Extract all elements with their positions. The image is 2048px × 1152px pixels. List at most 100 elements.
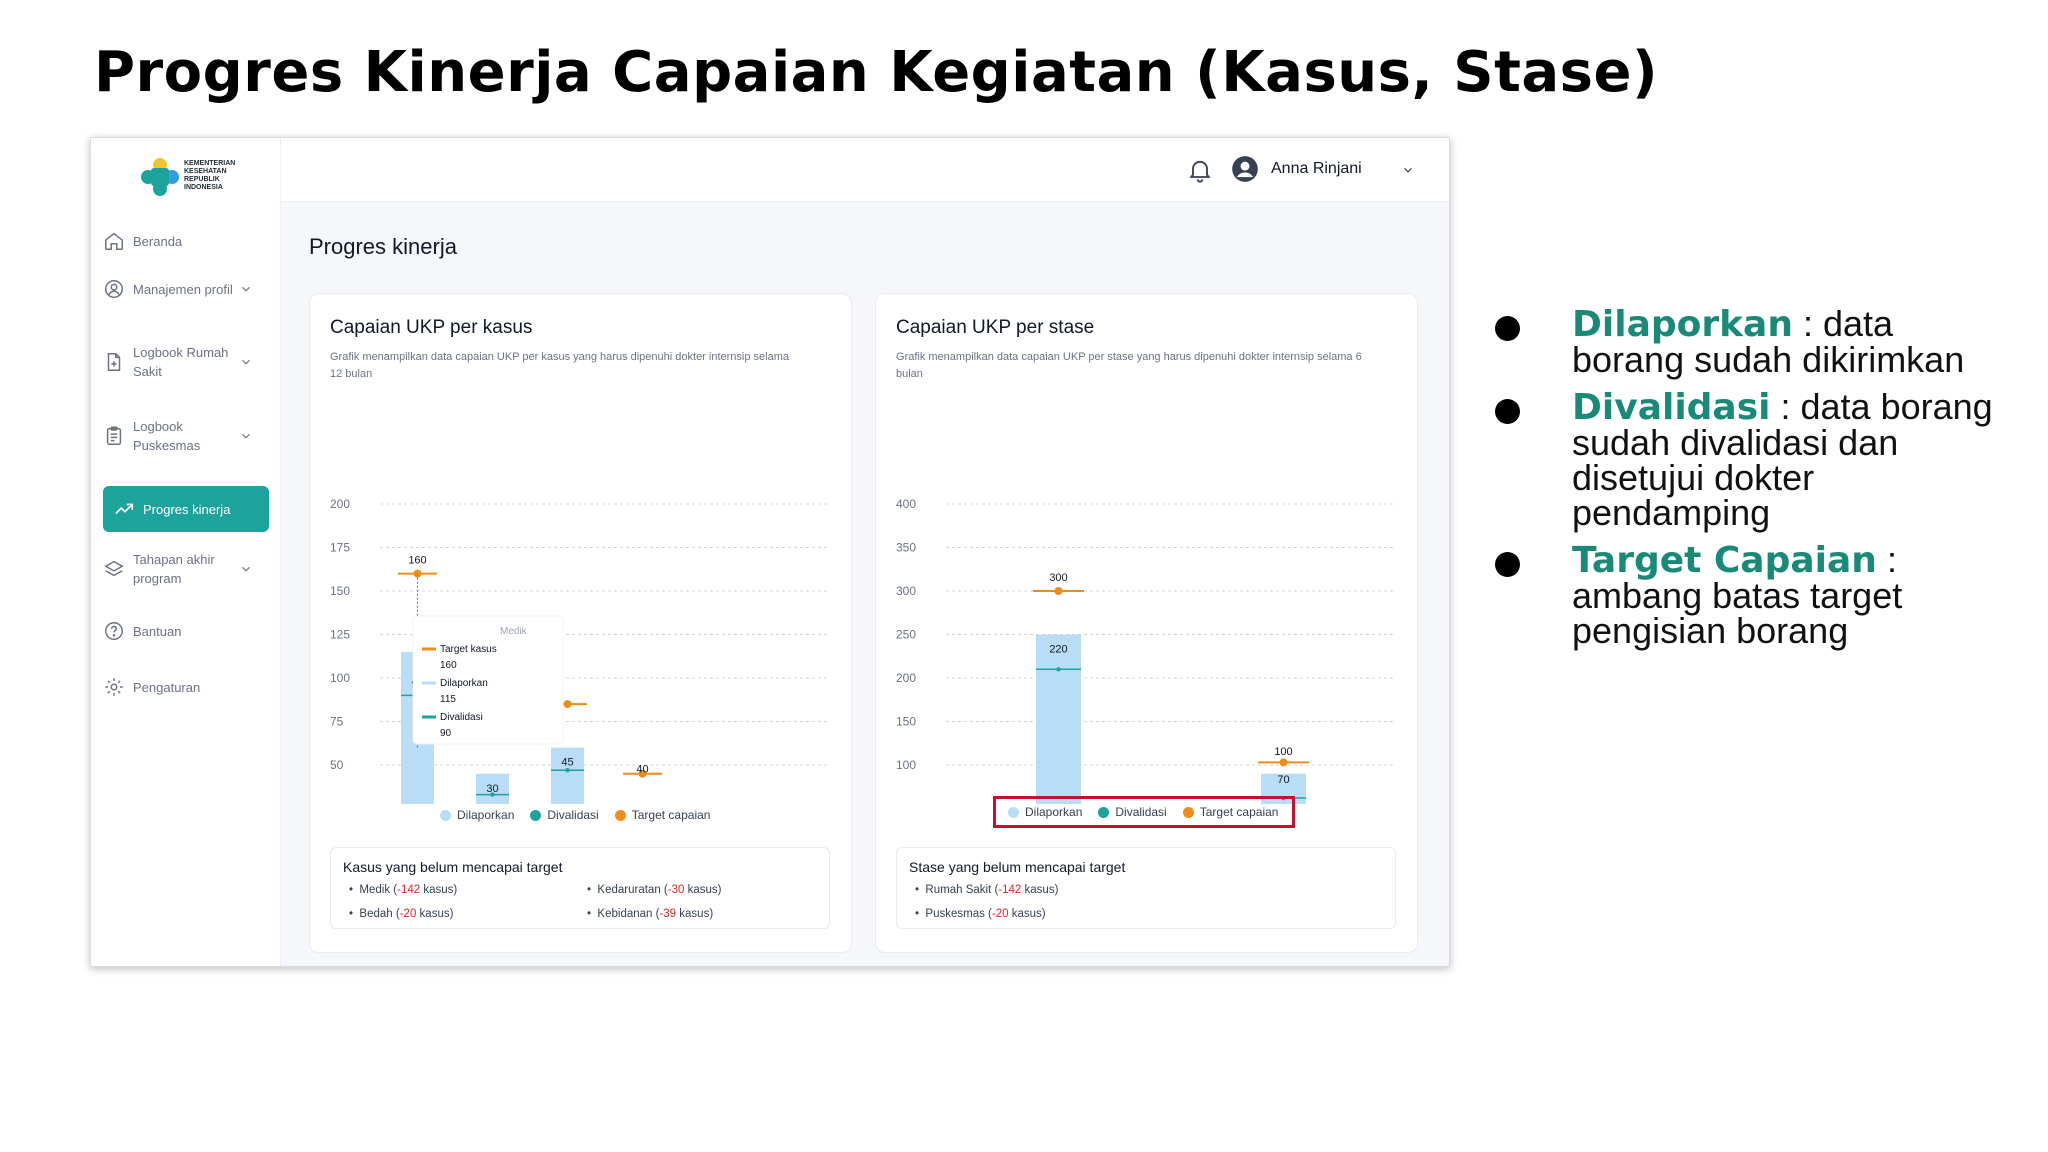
legend-swatch — [1098, 806, 1110, 818]
logo-text: KEMENTERIAN KESEHATAN REPUBLIK INDONESIA — [184, 160, 236, 191]
marker-target — [563, 700, 572, 709]
sidebar-item-logbook-puskesmas[interactable]: Logbook Puskesmas — [103, 417, 269, 455]
y-tick-label: 175 — [330, 541, 350, 555]
tooltip-value: 115 — [440, 694, 456, 705]
sidebar-item-manajemen-profil[interactable]: Manajemen profil — [103, 278, 269, 300]
summary-title: Stase yang belum mencapai target — [909, 859, 1126, 875]
summary-item: • Bedah (-20 kasus) — [349, 908, 454, 920]
summary-box: Kasus yang belum mencapai target • Medik… — [330, 847, 830, 929]
legend-item-dilaporkan[interactable]: Dilaporkan — [440, 808, 514, 822]
user-circle-icon — [105, 280, 123, 298]
y-tick-label: 50 — [330, 758, 344, 772]
chevron-down-icon — [242, 433, 250, 439]
marker-target — [1054, 587, 1063, 595]
y-tick-label: 150 — [896, 715, 916, 729]
card-ukp-per-stase: Capaian UKP per stase Grafik menampilkan… — [875, 293, 1418, 953]
tooltip-label: Target kasus — [440, 644, 497, 655]
y-tick-label: 50 — [896, 802, 910, 805]
legend-item-divalidasi[interactable]: Divalidasi — [1098, 805, 1167, 819]
sidebar: KEMENTERIAN KESEHATAN REPUBLIK INDONESIA… — [91, 138, 281, 966]
card-title: Capaian UKP per kasus — [330, 317, 533, 338]
summary-item: • Kebidanan (-39 kasus) — [587, 908, 714, 920]
bell-icon[interactable] — [1186, 156, 1214, 184]
summary-item: • Medik (-142 kasus) — [349, 884, 458, 896]
legend-item-target[interactable]: Target capaian — [1182, 805, 1278, 819]
marker-target — [413, 569, 422, 578]
summary-box: Stase yang belum mencapai target • Rumah… — [896, 847, 1396, 929]
definition-dilaporkan: Dilaporkan : data borang sudah dikirimka… — [1495, 306, 2015, 378]
chart-tooltip: MedikTarget kasus 160 Dilaporkan 115 Divalid… — [412, 573, 564, 748]
sidebar-item-beranda[interactable]: Beranda — [103, 230, 269, 252]
topbar: Anna Rinjani — [281, 138, 1449, 202]
legend-swatch — [440, 809, 451, 821]
data-label: 70 — [1277, 774, 1289, 786]
card-ukp-per-kasus: Capaian UKP per kasus Grafik menampilkan… — [309, 293, 852, 953]
legend-swatch — [530, 809, 542, 821]
tooltip-box — [412, 615, 564, 745]
legend-label: Divalidasi — [1115, 805, 1167, 819]
legend-label: Dilaporkan — [1025, 805, 1083, 819]
y-tick-label: 300 — [896, 584, 916, 598]
chart-ukp-per-stase: 050100150200250300350400Rumah sakitPuske… — [896, 497, 1396, 805]
tooltip-label: Divalidasi — [440, 712, 483, 723]
chevron-down-icon — [242, 286, 250, 292]
sidebar-item-label: Logbook Rumah Sakit — [133, 345, 229, 379]
chevron-down-icon[interactable] — [1401, 163, 1415, 177]
y-tick-label: 150 — [330, 584, 350, 598]
gear-icon — [105, 678, 123, 696]
help-icon — [105, 622, 123, 640]
summary-title: Kasus yang belum mencapai target — [343, 859, 563, 875]
sidebar-item-progres-kinerja[interactable]: Progres kinerja — [103, 486, 269, 532]
chart-ukp-per-kasus: 0255075100125150175200MedikBedahKedarura… — [330, 497, 830, 804]
bullet-dot — [1495, 316, 1520, 341]
summary-item: • Kedaruratan (-30 kasus) — [587, 884, 722, 896]
avatar[interactable] — [1231, 155, 1259, 183]
y-tick-label: 350 — [896, 541, 916, 555]
sidebar-item-logbook-rumah-sakit[interactable]: Logbook Rumah Sakit — [103, 343, 269, 381]
sidebar-item-pengaturan[interactable]: Pengaturan — [103, 676, 269, 698]
user-name[interactable]: Anna Rinjani — [1271, 160, 1362, 178]
chart-legend-highlighted: Dilaporkan Divalidasi Target capaian — [993, 796, 1296, 828]
legend-label: Dilaporkan — [457, 808, 515, 822]
y-tick-label: 200 — [330, 497, 350, 511]
sidebar-item-label: Bantuan — [133, 623, 182, 639]
clipboard-icon — [106, 426, 122, 445]
y-tick-label: 200 — [896, 671, 916, 685]
legend-swatch — [1182, 806, 1194, 818]
summary-item: • Rumah Sakit (-142 kasus) — [915, 884, 1059, 896]
document-icon — [107, 353, 121, 371]
y-tick-label: 100 — [896, 758, 916, 772]
app-screenshot: KEMENTERIAN KESEHATAN REPUBLIK INDONESIA… — [90, 137, 1450, 967]
page-title: Progres kinerja — [309, 234, 457, 259]
legend-label: Divalidasi — [547, 808, 599, 822]
sidebar-item-label: Tahapan akhir program — [133, 552, 215, 586]
definition-target-capaian: Target Capaian : ambang batas target pen… — [1495, 542, 2015, 649]
y-tick-label: 400 — [896, 497, 916, 511]
sidebar-item-label: Pengaturan — [133, 679, 201, 695]
bullet-dot — [1495, 552, 1520, 577]
data-label: 160 — [408, 555, 426, 567]
tooltip-value: 160 — [440, 660, 457, 671]
data-label: 300 — [1049, 572, 1067, 584]
legend-item-divalidasi[interactable]: Divalidasi — [530, 808, 599, 822]
layers-icon — [104, 560, 124, 577]
sidebar-item-label: Progres kinerja — [143, 501, 231, 517]
sidebar-item-label: Beranda — [133, 233, 183, 249]
card-description: Grafik menampilkan data capaian UKP per … — [330, 351, 789, 380]
summary-item: • Puskesmas (-20 kasus) — [915, 908, 1046, 920]
tooltip-value: 90 — [440, 728, 452, 739]
legend-item-target[interactable]: Target capaian — [614, 808, 711, 822]
sidebar-item-bantuan[interactable]: Bantuan — [103, 620, 269, 642]
card-title: Capaian UKP per stase — [896, 317, 1095, 338]
tooltip-label: Dilaporkan — [440, 678, 488, 689]
marker-divalidasi — [1056, 667, 1061, 672]
legend-swatch — [614, 809, 626, 821]
legend-item-dilaporkan[interactable]: Dilaporkan — [1008, 805, 1082, 819]
sidebar-item-label: Logbook Puskesmas — [133, 419, 201, 453]
bar-dilaporkan — [1036, 634, 1081, 804]
sidebar-item-tahapan-akhir[interactable]: Tahapan akhir program — [103, 550, 269, 588]
y-tick-label: 125 — [330, 628, 350, 642]
legend-label: Target capaian — [631, 808, 711, 822]
home-icon — [105, 232, 123, 250]
y-tick-label: 75 — [330, 715, 344, 729]
